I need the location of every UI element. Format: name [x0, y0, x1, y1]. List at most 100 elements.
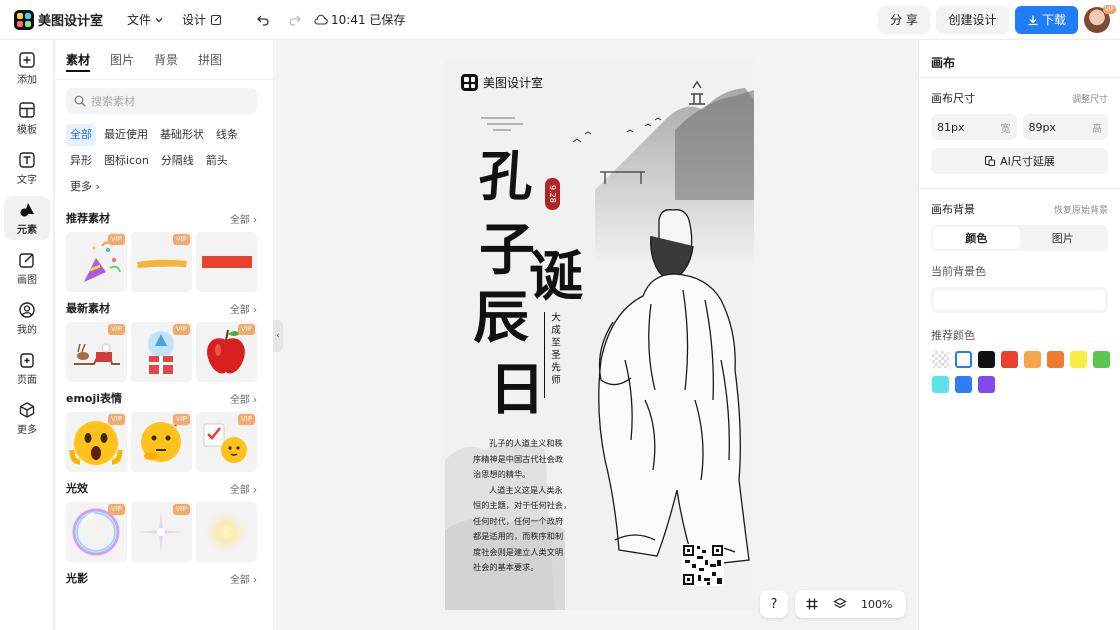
layers-icon[interactable]	[833, 597, 847, 611]
zoom-level[interactable]: 100%	[861, 598, 892, 611]
avatar[interactable]: VIP	[1084, 5, 1116, 33]
nav-draw[interactable]: 画图	[4, 246, 50, 290]
undo-icon[interactable]	[256, 13, 270, 27]
asset-emoji-shocked[interactable]: VIP	[66, 412, 127, 472]
nav-text[interactable]: 文字	[4, 146, 50, 190]
help-button[interactable]: ?	[760, 590, 788, 618]
poster-brand-name: 美图设计室	[483, 76, 544, 90]
color-swatch-white[interactable]	[955, 351, 972, 368]
vip-badge: VIP	[107, 414, 125, 425]
create-design-button[interactable]: 创建设计	[936, 5, 1009, 34]
asset-reindeer-sleigh[interactable]: VIP	[66, 322, 127, 382]
chip-more-label: 更多	[70, 180, 92, 193]
nav-template[interactable]: 模板	[4, 96, 50, 140]
redo-icon[interactable]	[288, 13, 302, 27]
design-menu[interactable]: 设计	[182, 11, 222, 28]
chip-arrows[interactable]: 箭头	[202, 150, 232, 172]
asset-sparkle[interactable]: VIP	[131, 502, 192, 562]
color-swatch-orange[interactable]	[1047, 351, 1064, 368]
asset-party-popper[interactable]: VIP	[66, 232, 127, 292]
ai-resize-button[interactable]: AI尺寸延展	[931, 148, 1108, 174]
color-swatch-light-orange[interactable]	[1024, 351, 1041, 368]
color-swatch-transparent[interactable]	[932, 351, 949, 368]
chip-recent[interactable]: 最近使用	[100, 124, 152, 146]
poster-subtitle: 大成至圣先师	[544, 312, 561, 398]
see-all-link[interactable]: 全部 ›	[230, 571, 257, 586]
see-all-link[interactable]: 全部 ›	[230, 211, 257, 226]
height-input[interactable]: 89px 高	[1022, 114, 1108, 140]
see-all-link[interactable]: 全部 ›	[230, 391, 257, 406]
height-unit: 高	[1092, 123, 1102, 135]
chip-more[interactable]: 更多 ›	[66, 176, 104, 198]
color-swatch-red[interactable]	[1001, 351, 1018, 368]
color-swatch-green[interactable]	[1093, 351, 1110, 368]
nav-draw-label: 画图	[17, 274, 37, 286]
app-logo[interactable]: 美图设计室	[14, 9, 114, 30]
color-swatch-purple[interactable]	[978, 376, 995, 393]
download-icon	[1028, 15, 1038, 25]
chip-basic-shapes[interactable]: 基础形状	[156, 124, 208, 146]
download-button[interactable]: 下载	[1015, 5, 1078, 34]
see-all-link[interactable]: 全部 ›	[230, 481, 257, 496]
asset-yellow-brush[interactable]: VIP	[131, 232, 192, 292]
chip-all[interactable]: 全部	[66, 124, 96, 146]
asset-emoji-thinking[interactable]: VIP	[131, 412, 192, 472]
design-canvas[interactable]: 美图设计室 孔 子 诞 辰 日 9.28 大成至圣先师 孔子的人道主义和秩 序精…	[445, 60, 754, 610]
chip-lines[interactable]: 线条	[212, 124, 242, 146]
chip-icons[interactable]: 图标icon	[100, 150, 153, 172]
asset-glow[interactable]	[196, 502, 257, 562]
color-swatch-cyan[interactable]	[932, 376, 949, 393]
vip-badge: VIP	[107, 504, 125, 515]
date-tag: 9.28	[545, 178, 560, 210]
tab-image[interactable]: 图片	[110, 40, 134, 80]
bg-tab-image[interactable]: 图片	[1020, 227, 1107, 249]
help-label: ?	[770, 596, 778, 612]
title-char: 孔	[476, 144, 536, 208]
nav-text-label: 文字	[17, 174, 37, 186]
nav-mine[interactable]: 我的	[4, 296, 50, 340]
nav-more[interactable]: 更多	[4, 396, 50, 440]
nav-elements[interactable]: 元素	[4, 196, 50, 240]
shapes-icon	[20, 202, 34, 216]
avatar-vip-badge: VIP	[1102, 5, 1116, 14]
tab-collage[interactable]: 拼图	[198, 40, 222, 80]
restore-bg-link[interactable]: 恢复原始背景	[1054, 203, 1108, 216]
vip-badge: VIP	[172, 324, 190, 335]
bg-tab-color[interactable]: 颜色	[933, 227, 1020, 249]
asset-bubble[interactable]: VIP	[66, 502, 127, 562]
canvas-bg-label: 画布背景	[931, 203, 975, 216]
chip-dividers[interactable]: 分隔线	[157, 150, 198, 172]
nav-add[interactable]: 添加	[4, 46, 50, 90]
grid-icon[interactable]	[805, 597, 819, 611]
see-all-link[interactable]: 全部 ›	[230, 301, 257, 316]
file-menu[interactable]: 文件	[127, 11, 164, 28]
color-swatch-black[interactable]	[978, 351, 995, 368]
adjust-size-link[interactable]: 调整尺寸	[1072, 92, 1108, 105]
cube-icon	[19, 401, 35, 418]
color-swatch-yellow[interactable]	[1070, 351, 1087, 368]
width-unit: 宽	[1000, 123, 1011, 135]
tab-material[interactable]: 素材	[66, 40, 91, 80]
asset-red-apple[interactable]: VIP	[196, 322, 257, 382]
see-all-label: 全部	[229, 394, 250, 406]
tab-background[interactable]: 背景	[154, 40, 178, 80]
title-char: 辰	[473, 285, 529, 351]
nav-page[interactable]: 页面	[4, 346, 50, 390]
current-bg-swatch[interactable]	[931, 287, 1108, 313]
height-value: 89px	[1028, 120, 1057, 134]
nav-page-label: 页面	[17, 374, 37, 386]
canvas-toolbar: 100%	[795, 590, 906, 618]
collapse-panel-button[interactable]: ‹	[273, 320, 283, 352]
width-input[interactable]: 81px 宽	[931, 114, 1017, 140]
body-line: 任何时代，任何一个政府	[473, 515, 564, 526]
vip-badge: VIP	[172, 414, 190, 425]
user-icon	[19, 301, 35, 318]
asset-snow-globe-gift[interactable]: VIP	[131, 322, 192, 382]
asset-emoji-checklist[interactable]: VIP	[196, 412, 257, 472]
chip-irregular[interactable]: 异形	[66, 150, 96, 172]
share-button[interactable]: 分 享	[878, 5, 930, 34]
asset-red-bar[interactable]	[196, 232, 257, 292]
see-all-label: 全部	[229, 574, 250, 586]
color-swatch-blue[interactable]	[955, 376, 972, 393]
search-input[interactable]: 搜索素材	[66, 88, 257, 114]
